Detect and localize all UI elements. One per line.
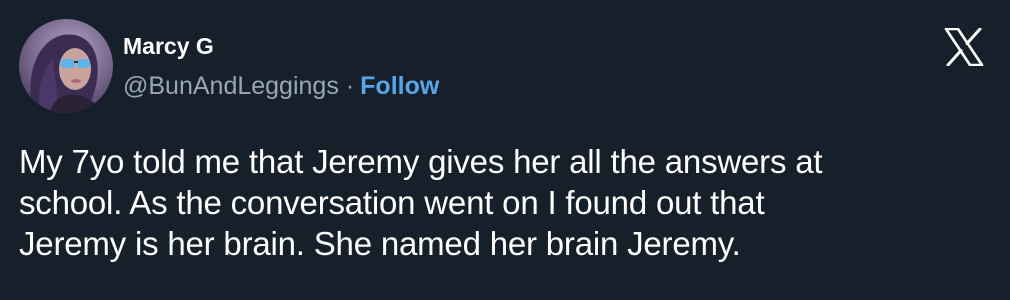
tweet-card: Marcy G @BunAndLeggings · Follow My 7yo to… (0, 0, 1010, 300)
author-display-name[interactable]: Marcy G (123, 32, 214, 60)
tweet-text: My 7yo told me that Jeremy gives her all… (19, 143, 823, 262)
x-logo-icon[interactable] (944, 28, 984, 66)
author-handle[interactable]: @BunAndLeggings (123, 72, 339, 100)
avatar[interactable] (19, 19, 113, 113)
profile-photo-icon (19, 19, 113, 113)
author-handle-row: @BunAndLeggings · Follow (123, 71, 439, 101)
follow-button[interactable]: Follow (360, 72, 439, 100)
separator-dot: · (345, 72, 355, 100)
